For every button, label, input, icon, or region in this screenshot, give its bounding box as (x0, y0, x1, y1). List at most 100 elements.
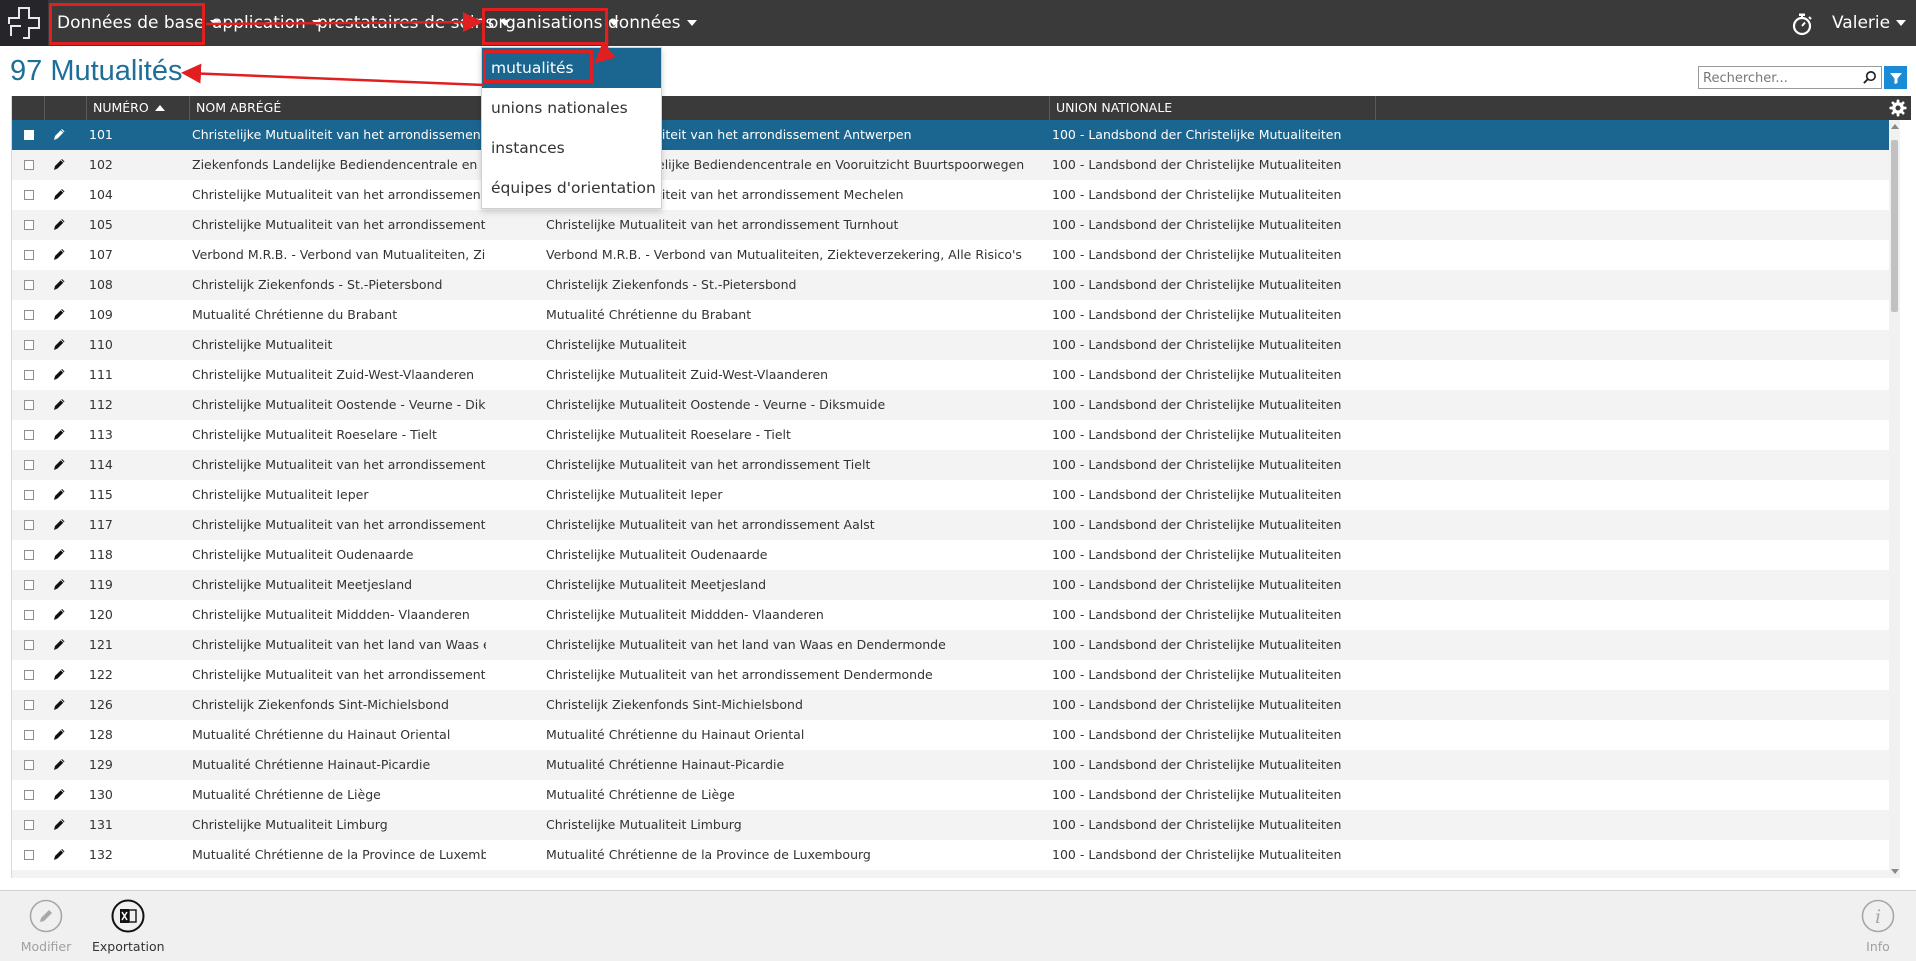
row-checkbox[interactable] (24, 700, 34, 710)
edit-pencil-icon[interactable] (51, 546, 67, 562)
table-row[interactable]: 114 Christelijke Mutualiteit van het arro… (12, 450, 1890, 480)
edit-pencil-icon[interactable] (51, 846, 67, 862)
row-checkbox[interactable] (24, 250, 34, 260)
table-row[interactable]: 128 Mutualité Chrétienne du Hainaut Orien… (12, 720, 1890, 750)
nav-menu-application[interactable]: application (212, 0, 322, 46)
info-button[interactable]: i Info (1842, 899, 1914, 959)
edit-pencil-icon[interactable] (51, 216, 67, 232)
table-row[interactable]: 104 Christelijke Mutualiteit van het arro… (12, 180, 1890, 210)
row-checkbox[interactable] (24, 340, 34, 350)
edit-pencil-icon[interactable] (51, 426, 67, 442)
row-checkbox[interactable] (24, 850, 34, 860)
table-row[interactable]: 118 Christelijke Mutualiteit Oudenaarde Ch… (12, 540, 1890, 570)
table-row[interactable]: 121 Christelijke Mutualiteit van het land… (12, 630, 1890, 660)
nav-menu-donnees-de-base[interactable]: Données de base (57, 0, 221, 46)
edit-pencil-icon[interactable] (51, 276, 67, 292)
edit-pencil-icon[interactable] (51, 366, 67, 382)
table-row[interactable] (12, 870, 1890, 878)
row-checkbox[interactable] (24, 520, 34, 530)
edit-pencil-icon[interactable] (51, 246, 67, 262)
filter-button[interactable] (1884, 66, 1907, 89)
edit-pencil-icon[interactable] (51, 576, 67, 592)
scroll-up-arrow-icon[interactable] (1891, 124, 1899, 129)
app-logo[interactable] (0, 0, 48, 46)
edit-pencil-icon[interactable] (51, 756, 67, 772)
edit-pencil-icon[interactable] (51, 486, 67, 502)
row-checkbox[interactable] (24, 790, 34, 800)
edit-pencil-icon[interactable] (51, 126, 67, 142)
edit-pencil-icon[interactable] (51, 726, 67, 742)
table-row[interactable]: 113 Christelijke Mutualiteit Roeselare - … (12, 420, 1890, 450)
row-checkbox[interactable] (24, 160, 34, 170)
nav-menu-donnees[interactable]: données (608, 0, 697, 46)
dropdown-item-instances[interactable]: instances (482, 128, 661, 168)
dropdown-item-equipes-orientation[interactable]: équipes d'orientation (482, 168, 661, 208)
table-row[interactable]: 101 Christelijke Mutualiteit van het arro… (12, 120, 1890, 150)
search-input[interactable] (1699, 68, 1855, 89)
exportation-button[interactable]: Exportation (92, 899, 165, 959)
row-checkbox[interactable] (24, 220, 34, 230)
table-row[interactable]: 111 Christelijke Mutualiteit Zuid-West-Vl… (12, 360, 1890, 390)
modifier-button[interactable]: Modifier (10, 899, 82, 959)
table-row[interactable]: 122 Christelijke Mutualiteit van het arro… (12, 660, 1890, 690)
edit-pencil-icon[interactable] (51, 786, 67, 802)
nav-menu-prestataires-de-soins[interactable]: prestataires de soins (317, 0, 511, 46)
nav-menu-organisations[interactable]: organisations (488, 0, 619, 46)
column-settings-button[interactable] (1884, 96, 1911, 120)
table-row[interactable]: 129 Mutualité Chrétienne Hainaut-Picardie… (12, 750, 1890, 780)
table-row[interactable]: 119 Christelijke Mutualiteit Meetjesland C… (12, 570, 1890, 600)
edit-pencil-icon[interactable] (51, 396, 67, 412)
row-checkbox[interactable] (24, 430, 34, 440)
dropdown-item-unions-nationales[interactable]: unions nationales (482, 88, 661, 128)
row-checkbox[interactable] (24, 190, 34, 200)
edit-pencil-icon[interactable] (51, 666, 67, 682)
table-row[interactable]: 107 Verbond M.R.B. - Verbond van Mutualit… (12, 240, 1890, 270)
table-row[interactable]: 105 Christelijke Mutualiteit van het arro… (12, 210, 1890, 240)
stopwatch-icon[interactable] (1790, 12, 1814, 36)
table-row[interactable]: 102 Ziekenfonds Landelijke Bediendencentr… (12, 150, 1890, 180)
header-numero[interactable]: NUMÉRO (86, 96, 189, 120)
edit-pencil-icon[interactable] (51, 186, 67, 202)
edit-pencil-icon[interactable] (51, 336, 67, 352)
row-checkbox[interactable] (24, 580, 34, 590)
header-union-nationale[interactable]: UNION NATIONALE (1049, 96, 1375, 120)
row-checkbox[interactable] (24, 640, 34, 650)
row-checkbox[interactable] (24, 460, 34, 470)
edit-pencil-icon[interactable] (51, 696, 67, 712)
scrollbar-thumb[interactable] (1891, 140, 1898, 312)
row-checkbox[interactable] (24, 280, 34, 290)
edit-pencil-icon[interactable] (51, 306, 67, 322)
search-icon[interactable] (1862, 70, 1877, 85)
row-checkbox[interactable] (24, 670, 34, 680)
row-checkbox[interactable] (24, 370, 34, 380)
dropdown-item-mutualites[interactable]: mutualités (482, 48, 661, 88)
row-checkbox[interactable] (24, 490, 34, 500)
row-checkbox[interactable] (24, 550, 34, 560)
edit-pencil-icon[interactable] (51, 636, 67, 652)
edit-pencil-icon[interactable] (51, 816, 67, 832)
table-row[interactable]: 112 Christelijke Mutualiteit Oostende - V… (12, 390, 1890, 420)
table-row[interactable]: 132 Mutualité Chrétienne de la Province d… (12, 840, 1890, 870)
table-row[interactable]: 109 Mutualité Chrétienne du Brabant Mutual… (12, 300, 1890, 330)
table-row[interactable]: 120 Christelijke Mutualiteit Middden- Vla… (12, 600, 1890, 630)
scroll-down-arrow-icon[interactable] (1891, 869, 1899, 874)
table-row[interactable]: 131 Christelijke Mutualiteit Limburg Chris… (12, 810, 1890, 840)
table-row[interactable]: 117 Christelijke Mutualiteit van het arro… (12, 510, 1890, 540)
row-checkbox[interactable] (24, 730, 34, 740)
row-checkbox[interactable] (24, 310, 34, 320)
user-menu[interactable]: Valerie (1832, 0, 1907, 46)
edit-pencil-icon[interactable] (51, 516, 67, 532)
row-checkbox[interactable] (24, 760, 34, 770)
edit-pencil-icon[interactable] (51, 456, 67, 472)
table-row[interactable]: 110 Christelijke Mutualiteit Christelijke … (12, 330, 1890, 360)
row-checkbox[interactable] (24, 820, 34, 830)
table-row[interactable]: 115 Christelijke Mutualiteit Ieper Christe… (12, 480, 1890, 510)
row-checkbox[interactable] (24, 610, 34, 620)
row-checkbox[interactable] (24, 400, 34, 410)
table-row[interactable]: 126 Christelijk Ziekenfonds Sint-Michiels… (12, 690, 1890, 720)
table-row[interactable]: 130 Mutualité Chrétienne de Liège Mutualit… (12, 780, 1890, 810)
table-vertical-scrollbar[interactable] (1889, 120, 1900, 878)
row-checkbox[interactable] (24, 130, 34, 140)
edit-pencil-icon[interactable] (51, 606, 67, 622)
edit-pencil-icon[interactable] (51, 156, 67, 172)
